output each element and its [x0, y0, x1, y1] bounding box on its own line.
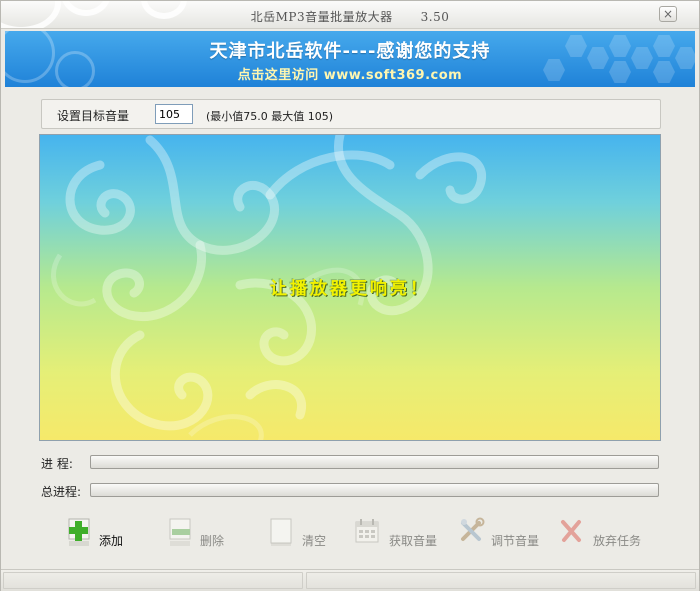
abort-task-button-label: 放弃任务: [593, 534, 642, 548]
adjust-volume-button[interactable]: 调节音量: [459, 517, 554, 557]
clear-button[interactable]: 清空: [269, 517, 339, 557]
calendar-icon: [355, 519, 379, 543]
total-progress-label: 总进程:: [41, 485, 82, 499]
banner-thanks-text: 天津市北岳软件----感谢您的支持: [209, 41, 491, 62]
status-cell: [306, 572, 696, 589]
delete-button[interactable]: 删除: [168, 517, 238, 557]
current-progress-row: 进 程:: [41, 453, 661, 471]
file-list-display[interactable]: 让播放器更响亮！: [39, 134, 661, 441]
current-progress-bar: [90, 455, 659, 469]
volume-range-hint: (最小值75.0 最大值 105): [206, 110, 334, 123]
close-icon: ×: [662, 7, 674, 21]
action-toolbar: 添加 删除 清空 获取音量 调节音量 放弃任务: [1, 513, 699, 563]
abort-task-button[interactable]: 放弃任务: [559, 517, 654, 557]
target-volume-input[interactable]: [155, 104, 193, 124]
target-volume-panel: 设置目标音量 (最小值75.0 最大值 105): [41, 99, 661, 129]
add-button-label: 添加: [99, 534, 124, 548]
current-progress-label: 进 程:: [41, 457, 73, 471]
website-banner[interactable]: 天津市北岳软件----感谢您的支持 点击这里访问 www.soft369.com: [5, 31, 695, 87]
total-progress-row: 总进程:: [41, 481, 661, 499]
get-volume-button[interactable]: 获取音量: [354, 517, 449, 557]
close-button[interactable]: ×: [659, 6, 677, 22]
add-icon: [68, 518, 90, 546]
main-window: 北岳MP3音量批量放大器 3.50 × 天津市北岳软件----感谢您的支持 点击这…: [0, 0, 700, 591]
adjust-volume-button-label: 调节音量: [491, 534, 540, 548]
title-bar[interactable]: 北岳MP3音量批量放大器 3.50 ×: [1, 1, 699, 29]
window-title: 北岳MP3音量批量放大器 3.50: [1, 8, 699, 25]
window-version: 3.50: [420, 10, 450, 24]
get-volume-button-label: 获取音量: [389, 534, 438, 548]
x-icon: [561, 520, 581, 542]
add-button[interactable]: 添加: [67, 517, 137, 557]
status-cell: [3, 572, 303, 589]
banner-website-link[interactable]: 点击这里访问 www.soft369.com: [5, 64, 695, 83]
delete-button-label: 删除: [200, 534, 225, 548]
tools-icon: [461, 517, 485, 541]
target-volume-label: 设置目标音量: [57, 109, 130, 123]
total-progress-bar: [90, 483, 659, 497]
blank-page-icon: [270, 518, 292, 546]
slogan-text: 让播放器更响亮！: [270, 279, 430, 299]
window-title-text: 北岳MP3音量批量放大器: [250, 10, 393, 24]
status-bar: [1, 569, 699, 591]
remove-icon: [169, 518, 191, 546]
clear-button-label: 清空: [302, 534, 327, 548]
